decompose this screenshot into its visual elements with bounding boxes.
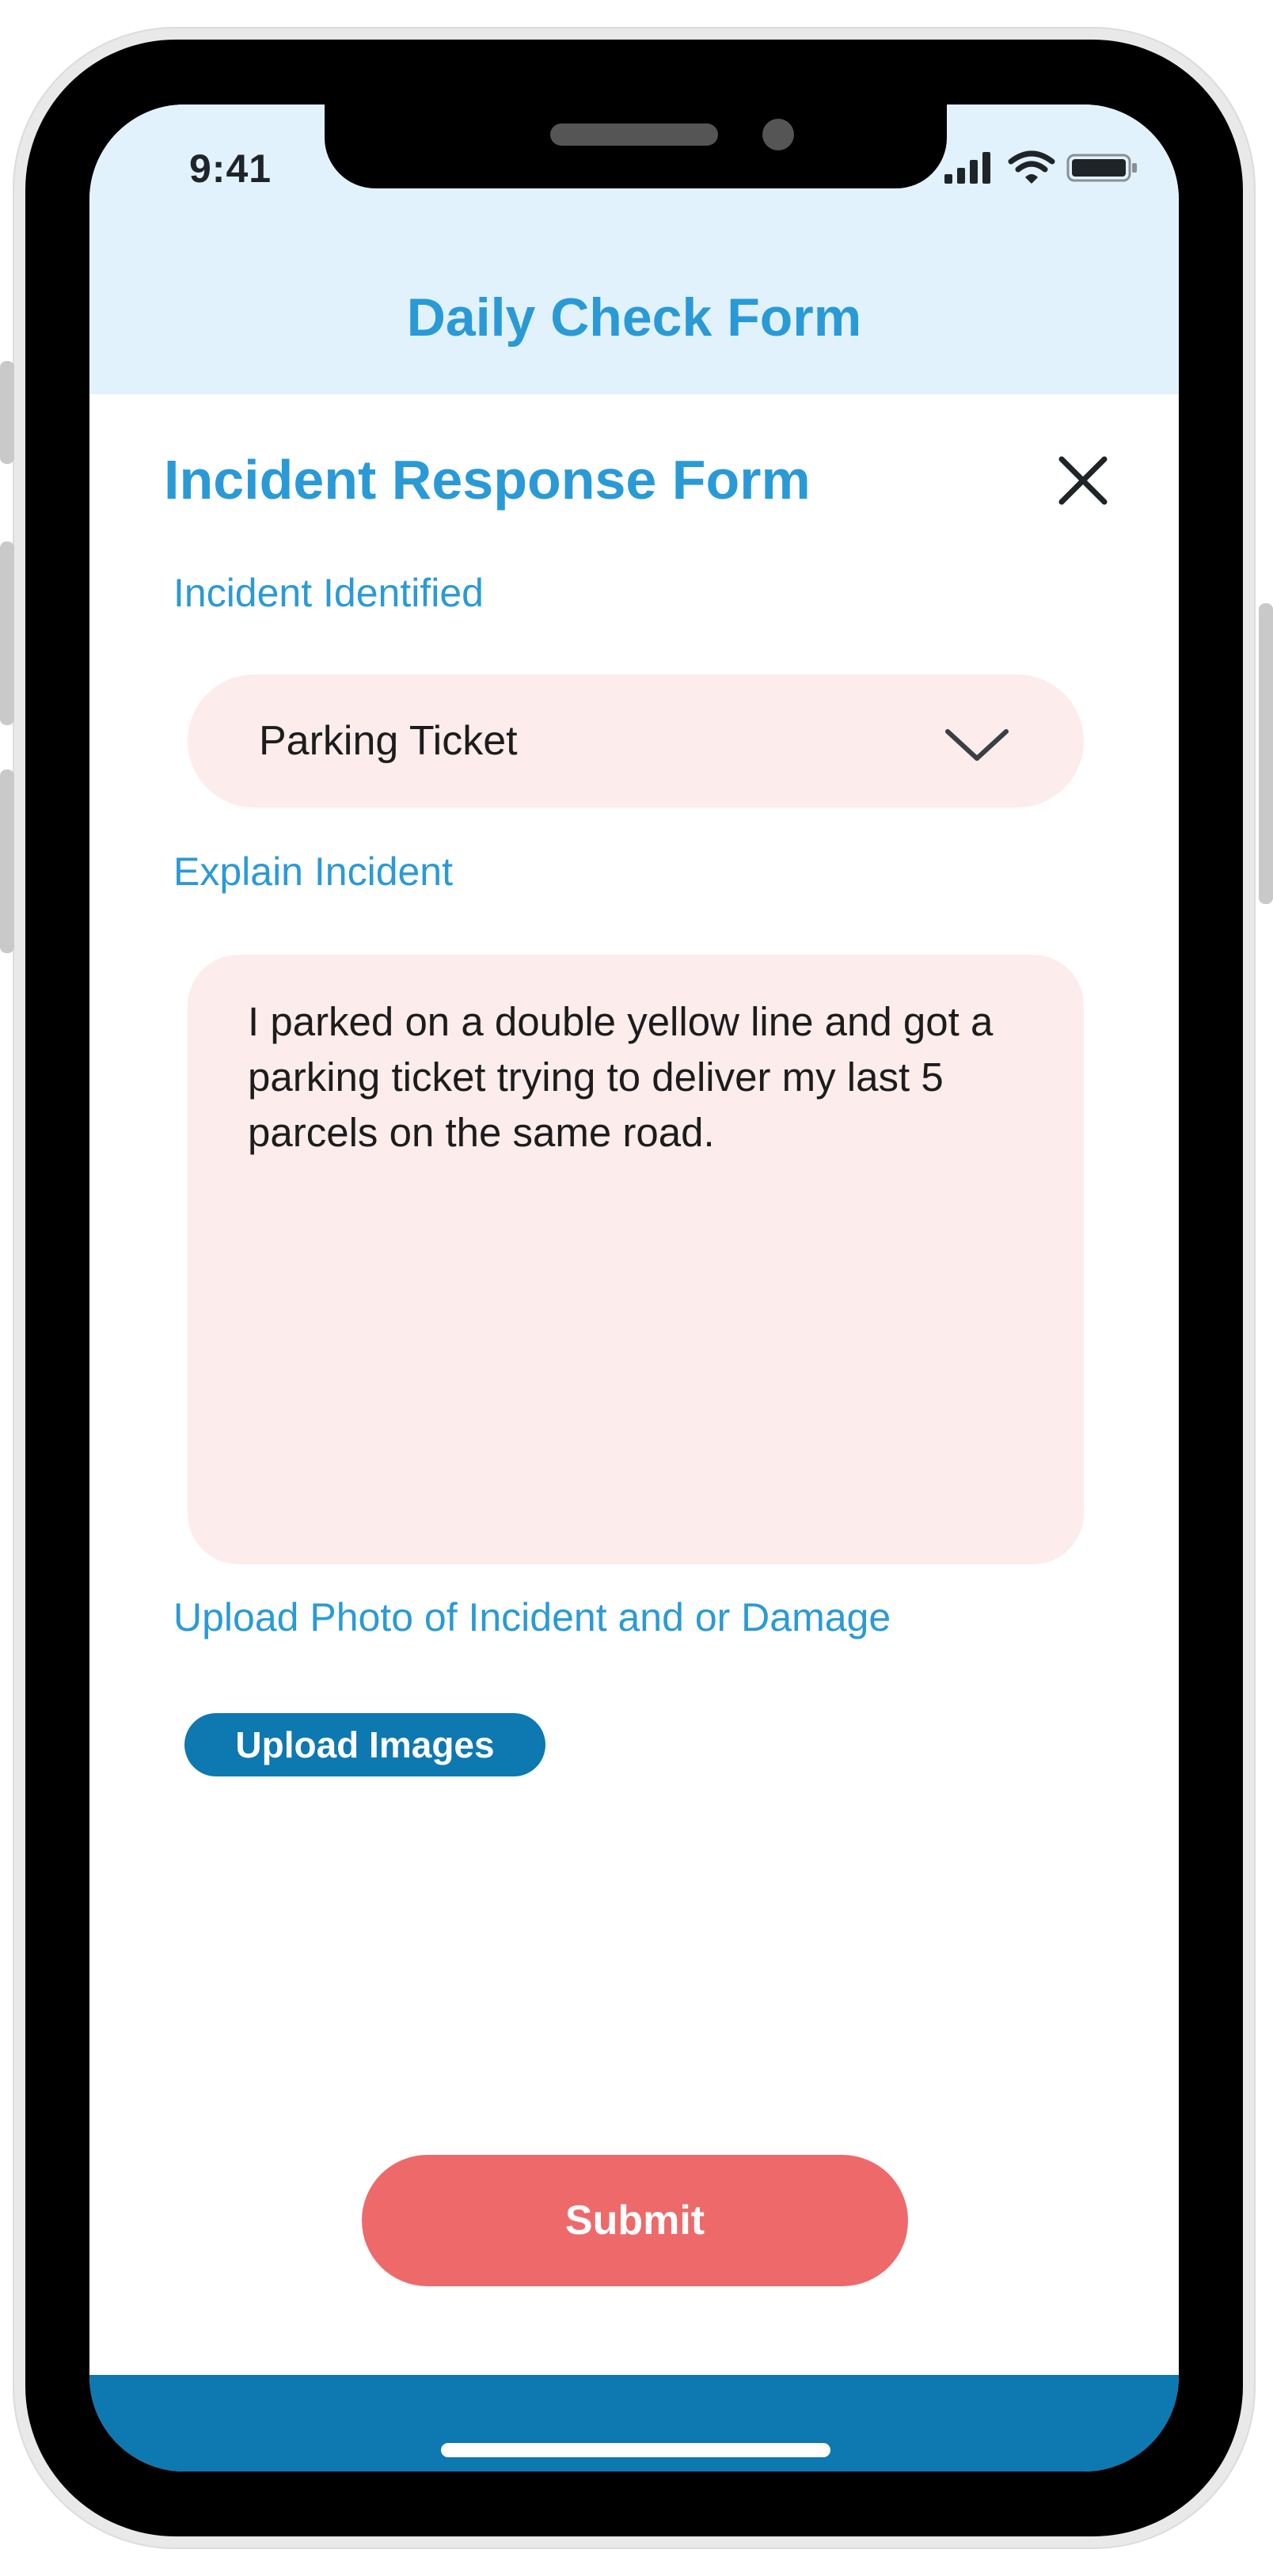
incident-identified-label: Incident Identified [173,571,484,615]
phone-screen: 9:41 Daily Check Form Incident Response … [89,104,1179,2472]
header-title: Daily Check Form [406,287,862,348]
explain-incident-text: I parked on a double yellow line and got… [248,999,994,1155]
incident-type-select[interactable]: Parking Ticket [188,674,1084,807]
chevron-down-icon [945,729,1009,761]
upload-images-button[interactable]: Upload Images [184,1713,545,1776]
phone-mute-switch [0,361,14,464]
speaker-grille [550,123,718,146]
phone-notch [325,104,947,188]
upload-photo-label: Upload Photo of Incident and or Damage [173,1595,891,1639]
explain-incident-textarea[interactable]: I parked on a double yellow line and got… [188,955,1084,1564]
home-indicator[interactable] [441,2443,830,2457]
form-title: Incident Response Form [164,449,811,511]
front-camera [762,119,794,150]
bottom-bar [89,2375,1179,2472]
phone-volume-down-button [0,769,14,953]
page-canvas: 9:41 Daily Check Form Incident Response … [0,0,1273,2576]
close-button[interactable] [1047,445,1119,516]
close-icon [1058,456,1108,505]
status-time: 9:41 [189,146,272,191]
phone-power-button [1259,603,1273,904]
wifi-icon [1008,150,1055,184]
phone-volume-up-button [0,541,14,725]
app-header: 9:41 Daily Check Form [89,104,1179,394]
incident-type-selected-value: Parking Ticket [259,718,518,764]
battery-icon [1066,154,1137,182]
cellular-signal-icon [944,152,990,184]
status-icons [943,149,1141,188]
submit-button[interactable]: Submit [362,2155,908,2286]
explain-incident-label: Explain Incident [173,849,454,894]
